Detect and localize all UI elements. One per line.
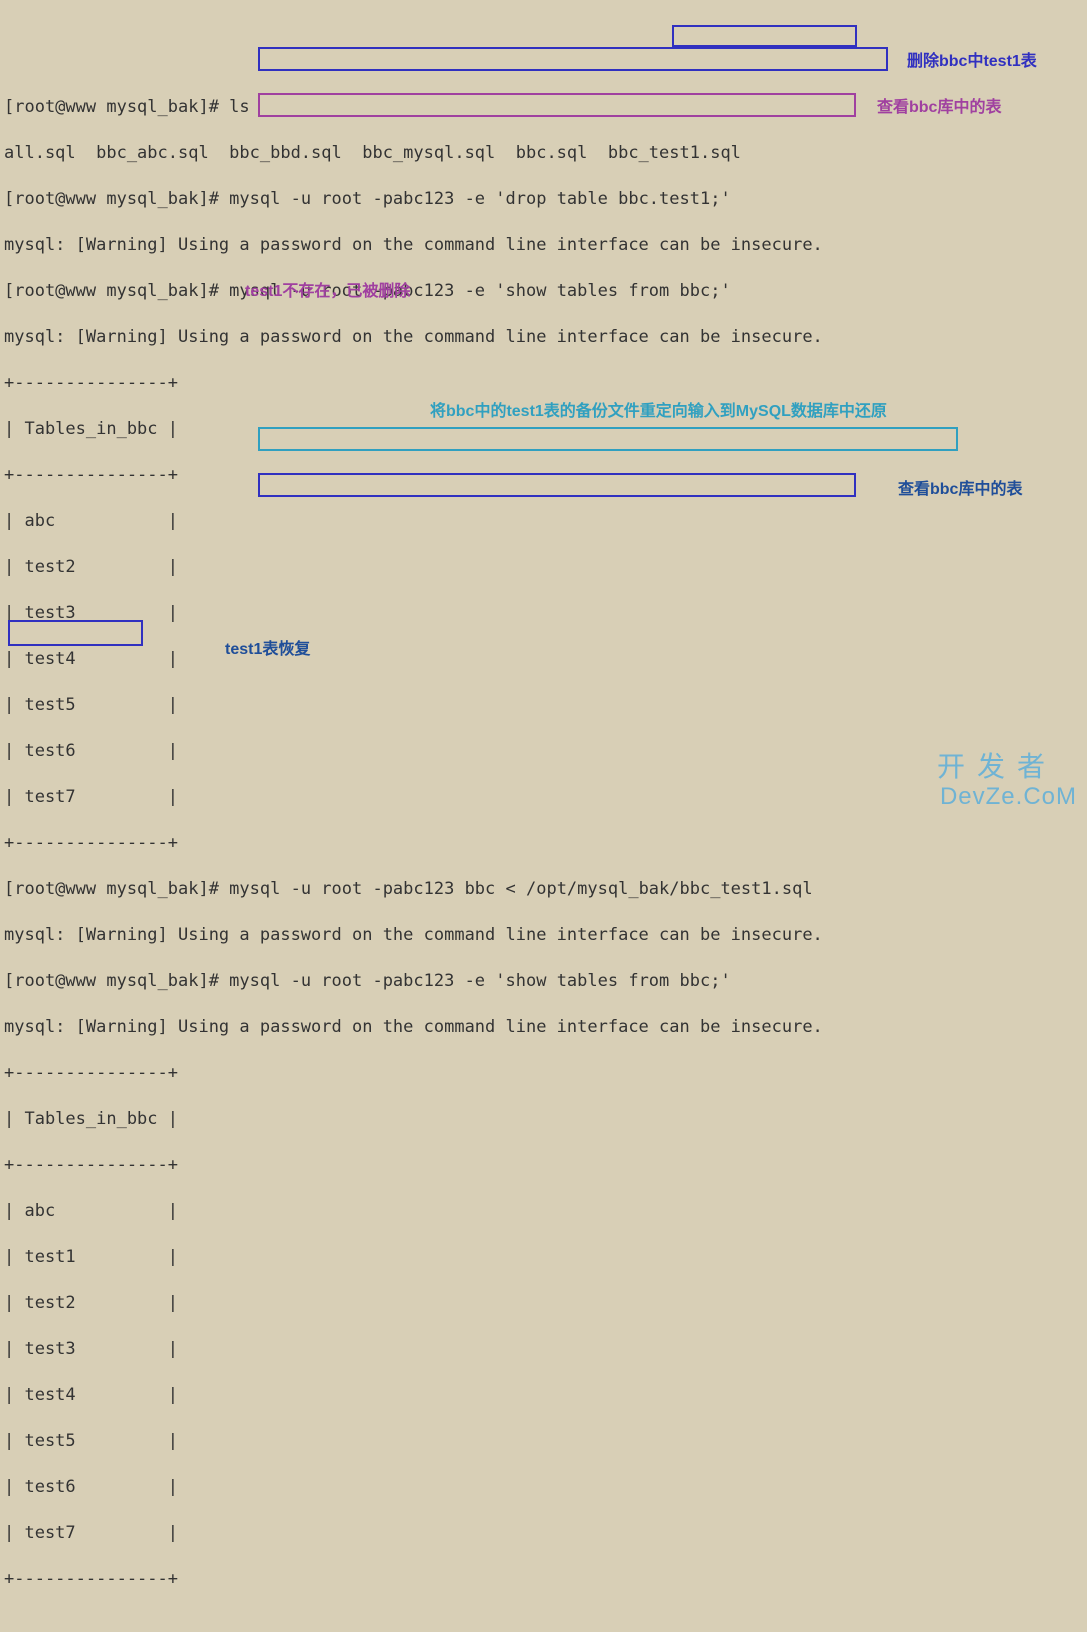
command-show-tables: mysql -u root -pabc123 -e 'show tables f… [229, 971, 731, 991]
command-restore: mysql -u root -pabc123 bbc < /opt/mysql_… [229, 879, 812, 899]
watermark-devze: DevZe.CoM [940, 785, 1077, 808]
table-row: | abc | [4, 1200, 1087, 1223]
table-row: | test1 | [4, 1246, 1087, 1269]
table-row: | test5 | [4, 1430, 1087, 1453]
command-ls: ls [229, 97, 249, 117]
annotation-test1-restored: test1表恢复 [225, 638, 310, 661]
command-drop-table: mysql -u root -pabc123 -e 'drop table bb… [229, 189, 731, 209]
watermark-chinese: 开发者 [937, 755, 1057, 778]
table-row: | test3 | [4, 1338, 1087, 1361]
table-row: | test4 | [4, 648, 1087, 671]
table-border: +---------------+ [4, 1062, 1087, 1085]
prompt: [root@www mysql_bak]# [4, 281, 229, 301]
annotation-test1-deleted: test1不存在，已被删除 [245, 280, 410, 303]
warning-output: mysql: [Warning] Using a password on the… [4, 234, 1087, 257]
annotation-drop-table: 删除bbc中test1表 [907, 50, 1037, 73]
prompt: [root@www mysql_bak]# [4, 879, 229, 899]
table-row: | test2 | [4, 556, 1087, 579]
terminal-line: [root@www mysql_bak]# mysql -u root -pab… [4, 878, 1087, 901]
annotation-restore: 将bbc中的test1表的备份文件重定向输入到MySQL数据库中还原 [430, 400, 887, 423]
terminal-line: [root@www mysql_bak]# mysql -u root -pab… [4, 188, 1087, 211]
table-row: | test6 | [4, 740, 1087, 763]
ls-output: all.sql bbc_abc.sql bbc_bbd.sql bbc_mysq… [4, 142, 1087, 165]
table-row: | test6 | [4, 1476, 1087, 1499]
warning-output: mysql: [Warning] Using a password on the… [4, 1016, 1087, 1039]
table-row: | test7 | [4, 786, 1087, 809]
table-row: | test4 | [4, 1384, 1087, 1407]
table-border: +---------------+ [4, 372, 1087, 395]
table-row: | test7 | [4, 1522, 1087, 1545]
prompt: [root@www mysql_bak]# [4, 189, 229, 209]
annotation-show-tables-1: 查看bbc库中的表 [877, 96, 1001, 119]
highlight-box-file [672, 25, 857, 47]
warning-output: mysql: [Warning] Using a password on the… [4, 326, 1087, 349]
table-border: +---------------+ [4, 832, 1087, 855]
annotation-show-tables-2: 查看bbc库中的表 [898, 478, 1022, 501]
warning-output: mysql: [Warning] Using a password on the… [4, 924, 1087, 947]
table-row: | test3 | [4, 602, 1087, 625]
prompt: [root@www mysql_bak]# [4, 971, 229, 991]
table-border: +---------------+ [4, 1154, 1087, 1177]
terminal-line: [root@www mysql_bak]# mysql -u root -pab… [4, 280, 1087, 303]
table-header: | Tables_in_bbc | [4, 1108, 1087, 1131]
terminal-line: [root@www mysql_bak]# mysql -u root -pab… [4, 970, 1087, 993]
highlight-box-drop-cmd [258, 47, 888, 71]
table-row: | test5 | [4, 694, 1087, 717]
table-row: | abc | [4, 510, 1087, 533]
table-border: +---------------+ [4, 1568, 1087, 1591]
prompt: [root@www mysql_bak]# [4, 97, 229, 117]
table-row: | test2 | [4, 1292, 1087, 1315]
